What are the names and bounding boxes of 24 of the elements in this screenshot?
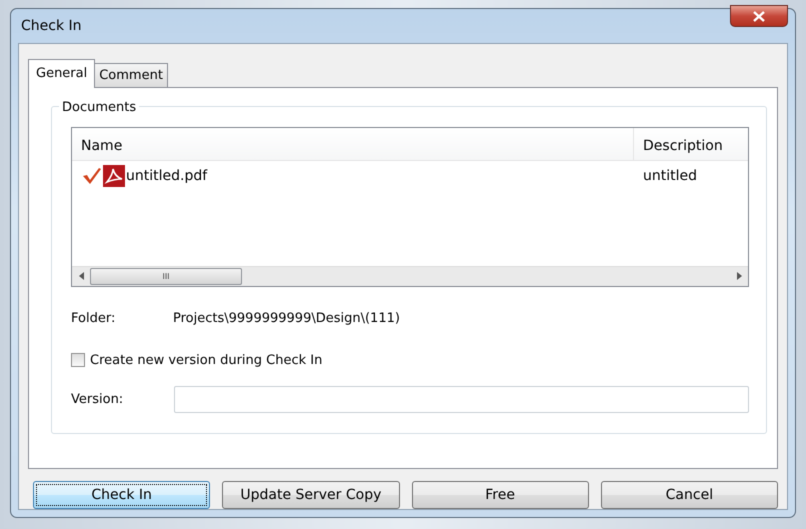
close-icon [753, 10, 765, 22]
dialog-button[interactable]: Check In [33, 481, 210, 509]
scroll-left-icon[interactable] [78, 272, 84, 280]
version-label: Version: [71, 390, 124, 409]
dialog-button[interactable]: Update Server Copy [222, 481, 400, 509]
window-title: Check In [20, 16, 82, 36]
column-header[interactable]: Description [634, 128, 732, 160]
tab[interactable]: Comment [94, 62, 168, 87]
file-description: untitled [642, 166, 698, 186]
scroll-right-icon[interactable] [736, 272, 742, 280]
folder-label: Folder: [71, 310, 116, 328]
checkbox[interactable] [71, 353, 85, 368]
version-field[interactable] [174, 386, 749, 413]
column-header[interactable]: Name [72, 128, 634, 160]
dialog-button[interactable]: Free [412, 481, 589, 509]
file-name[interactable]: untitled.pdf [126, 166, 208, 186]
tab[interactable]: General [28, 58, 96, 88]
scroll-thumb[interactable]: III [90, 268, 242, 285]
horizontal-scrollbar[interactable]: III [72, 266, 748, 286]
pdf-file-icon [103, 165, 125, 187]
close-button[interactable] [730, 5, 788, 27]
checkbox-label[interactable]: Create new version during Check In [90, 350, 322, 370]
dialog-button[interactable]: Cancel [600, 481, 778, 509]
folder-path: Projects\9999999999\Design\(111) [173, 310, 400, 328]
